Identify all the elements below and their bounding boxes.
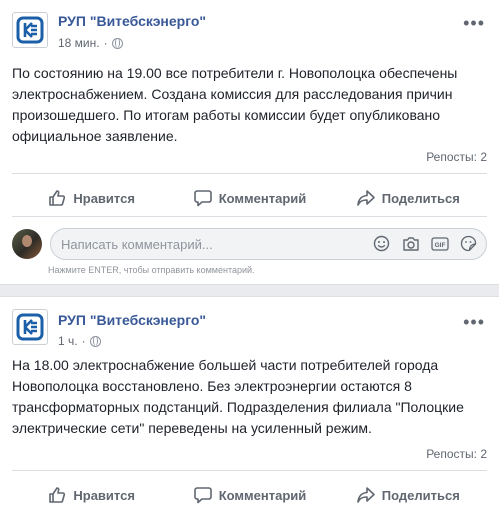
share-label: Поделиться: [381, 190, 460, 206]
options-icon[interactable]: •••: [463, 313, 485, 331]
page-name[interactable]: РУП "Витебскэнерго": [58, 312, 206, 328]
comment-input[interactable]: [61, 229, 361, 259]
action-bar: Нравится Комментарий Поделиться: [12, 478, 487, 512]
share-icon: [356, 487, 375, 503]
post-meta: 1 ч. ·: [58, 334, 101, 348]
share-label: Поделиться: [381, 487, 460, 503]
divider: [12, 216, 487, 217]
page-name[interactable]: РУП "Витебскэнерго": [58, 13, 206, 29]
comment-box: GIF: [50, 228, 487, 260]
like-icon: [49, 190, 66, 206]
like-label: Нравится: [73, 487, 135, 503]
comment-tools: GIF: [372, 234, 478, 253]
like-button[interactable]: Нравится: [12, 181, 170, 215]
comment-label: Комментарий: [218, 487, 307, 503]
comment-icon: [193, 190, 212, 207]
share-icon: [356, 190, 375, 206]
camera-icon[interactable]: [401, 234, 420, 253]
post-meta: 18 мин. ·: [58, 36, 123, 50]
post-card: РУП "Витебскэнерго" 18 мин. · ••• По сос…: [0, 0, 499, 285]
post-time[interactable]: 18 мин.: [58, 36, 100, 50]
svg-text:GIF: GIF: [434, 242, 445, 249]
comment-icon: [193, 487, 212, 504]
gif-icon[interactable]: GIF: [430, 234, 449, 253]
like-icon: [49, 487, 66, 503]
sticker-icon[interactable]: [459, 234, 478, 253]
comment-hint: Нажмите ENTER, чтобы отправить комментар…: [48, 265, 255, 275]
options-icon[interactable]: •••: [463, 14, 485, 32]
user-avatar[interactable]: [12, 229, 42, 259]
share-button[interactable]: Поделиться: [329, 478, 487, 512]
comment-button[interactable]: Комментарий: [170, 478, 328, 512]
globe-icon: [111, 37, 123, 49]
emoji-icon[interactable]: [372, 234, 391, 253]
share-button[interactable]: Поделиться: [329, 181, 487, 215]
reposts-count[interactable]: Репосты: 2: [426, 150, 487, 164]
reposts-count[interactable]: Репосты: 2: [426, 447, 487, 461]
vitebskenergo-logo-icon: [16, 313, 44, 341]
comment-button[interactable]: Комментарий: [170, 181, 328, 215]
comment-label: Комментарий: [218, 190, 307, 206]
page-avatar[interactable]: [12, 309, 48, 345]
like-button[interactable]: Нравится: [12, 478, 170, 512]
post-text: На 18.00 электроснабжение большей части …: [12, 357, 464, 436]
globe-icon: [89, 335, 101, 347]
post-time[interactable]: 1 ч.: [58, 334, 78, 348]
action-bar: Нравится Комментарий Поделиться: [12, 181, 487, 215]
vitebskenergo-logo-icon: [16, 16, 44, 44]
comment-composer: GIF: [12, 228, 487, 260]
divider: [12, 470, 487, 471]
divider: [12, 173, 487, 174]
like-label: Нравится: [73, 190, 135, 206]
post-text: По состоянию на 19.00 все потребители г.…: [12, 65, 458, 144]
page-avatar[interactable]: [12, 12, 48, 48]
post-card: РУП "Витебскэнерго" 1 ч. · ••• На 18.00 …: [0, 296, 499, 522]
